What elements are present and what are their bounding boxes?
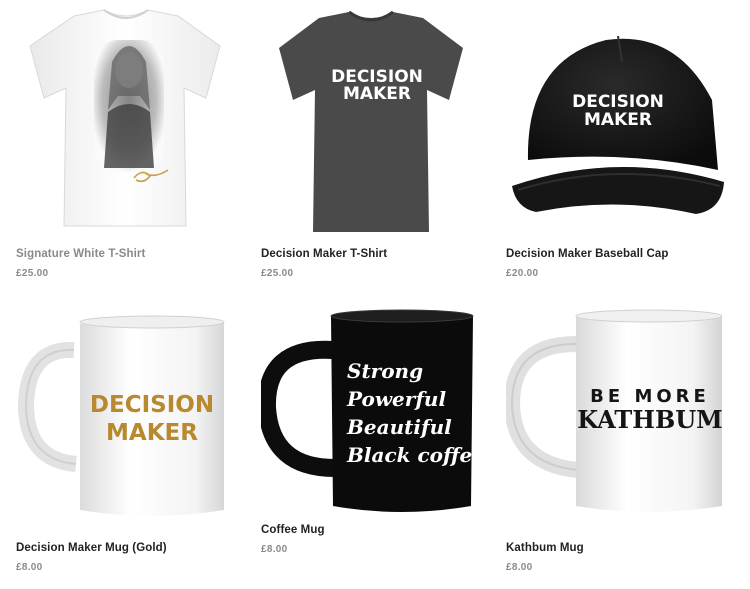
print-line: MAKER — [343, 84, 411, 104]
product-image-gold-mug[interactable]: DECISION MAKER — [16, 300, 236, 532]
product-name[interactable]: Decision Maker Mug (Gold) — [16, 542, 167, 554]
product-price: £8.00 — [16, 562, 43, 573]
print-line: DECISION — [90, 392, 214, 418]
product-name[interactable]: Decision Maker Baseball Cap — [506, 248, 669, 260]
product-name[interactable]: Decision Maker T-Shirt — [261, 248, 387, 260]
product-name[interactable]: Signature White T-Shirt — [16, 248, 145, 260]
print-line: Black coffee — [346, 443, 481, 467]
product-price: £8.00 — [506, 562, 533, 573]
print-line: DECISION — [572, 92, 664, 112]
print-line: MAKER — [584, 110, 652, 130]
product-price: £25.00 — [261, 268, 294, 279]
print-line: KATHBUM — [577, 405, 723, 434]
print-line: BE MORE — [590, 386, 710, 407]
product-name[interactable]: Kathbum Mug — [506, 542, 584, 554]
product-image-kathbum-mug[interactable]: BE MORE KATHBUM — [506, 300, 726, 532]
product-image-black-mug[interactable]: Strong Powerful Beautiful Black coffee — [261, 300, 481, 518]
product-image-white-tshirt[interactable] — [16, 0, 236, 236]
product-image-baseball-cap[interactable]: DECISION MAKER — [506, 0, 726, 236]
portrait-print — [94, 40, 169, 183]
product-price: £25.00 — [16, 268, 49, 279]
product-price: £8.00 — [261, 544, 288, 555]
product-price: £20.00 — [506, 268, 539, 279]
print-line: Strong — [347, 359, 423, 383]
product-name[interactable]: Coffee Mug — [261, 524, 325, 536]
product-image-charcoal-tshirt[interactable]: DECISION MAKER — [261, 0, 481, 236]
print-line: Beautiful — [346, 415, 452, 439]
print-line: MAKER — [106, 420, 198, 446]
print-line: Powerful — [346, 387, 446, 411]
